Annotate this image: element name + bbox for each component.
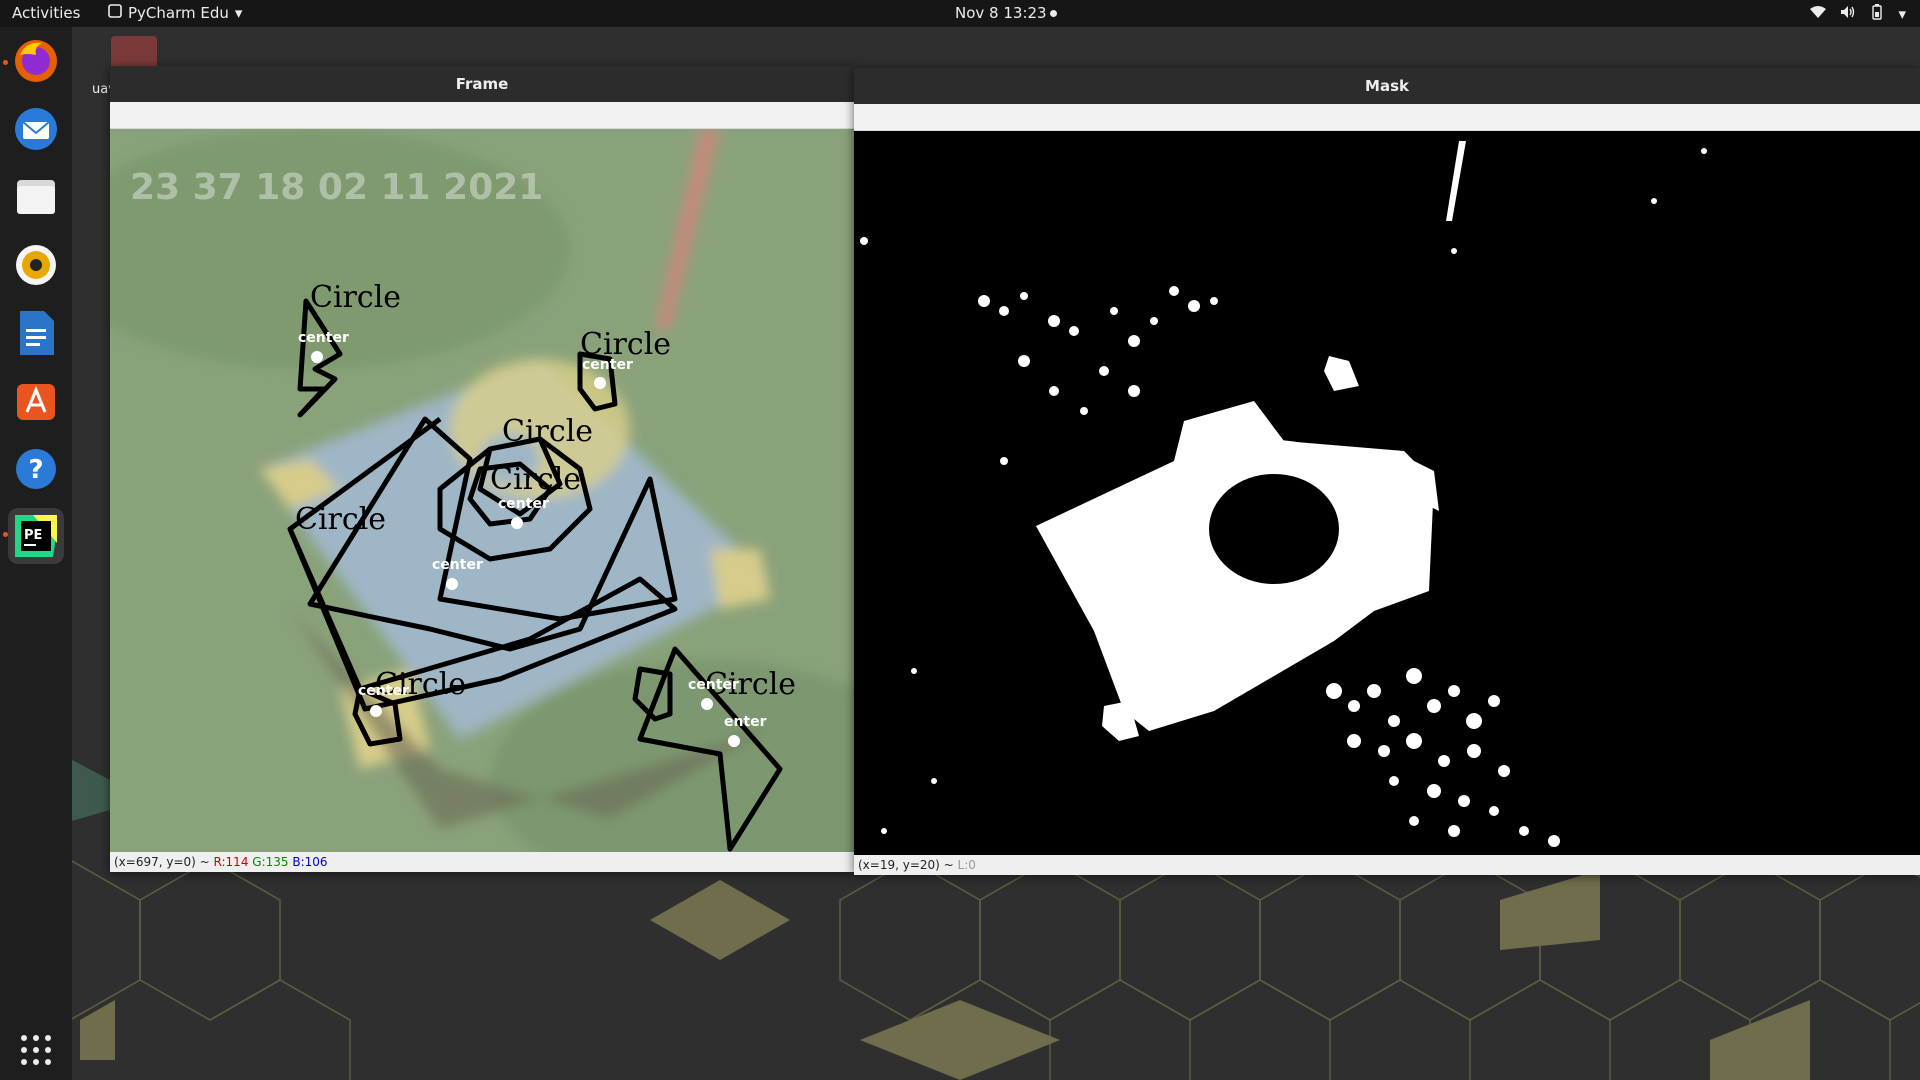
timestamp-overlay: 23 37 18 02 11 2021 (130, 167, 543, 208)
chevron-down-icon: ▾ (234, 4, 243, 22)
wifi-icon (1810, 5, 1827, 23)
center-label: center (582, 357, 633, 373)
frame-window[interactable]: Frame 23 37 18 02 11 2021 Circle Circle … (110, 66, 854, 872)
chevron-down-icon: ▾ (1898, 5, 1906, 23)
mask-title[interactable]: Mask (854, 68, 1920, 104)
mask-window[interactable]: Mask (x=19, y=20) ~ L:0 (854, 68, 1920, 875)
rhythmbox-icon[interactable] (8, 237, 64, 293)
pycharm-edu-icon[interactable]: PE (8, 508, 64, 564)
center-label: center (358, 683, 409, 699)
clock[interactable]: Nov 8 13:23 (955, 4, 1047, 22)
dock: ? PE (0, 27, 72, 1080)
software-center-icon[interactable] (8, 373, 64, 429)
frame-status-coords: (x=697, y=0) ~ (114, 855, 214, 869)
center-dot (311, 351, 323, 363)
frame-image[interactable]: 23 37 18 02 11 2021 Circle Circle Circle… (110, 129, 854, 852)
app-menu-icon (108, 4, 122, 22)
frame-status-g: G:135 (252, 855, 289, 869)
center-label: center (298, 330, 349, 346)
center-dot (701, 698, 713, 710)
svg-text:PE: PE (24, 528, 42, 543)
frame-status-r: R:114 (213, 855, 249, 869)
thunderbird-icon[interactable] (8, 101, 64, 157)
center-label: center (498, 496, 549, 512)
circle-label: Circle (295, 502, 386, 537)
center-dot (728, 735, 740, 747)
frame-toolbar (110, 102, 854, 129)
svg-text:?: ? (28, 455, 43, 485)
center-dot (370, 705, 382, 717)
libreoffice-writer-icon[interactable] (8, 305, 64, 361)
notification-dot (1050, 10, 1057, 17)
mask-image[interactable] (854, 131, 1920, 855)
center-label: center (432, 557, 483, 573)
circle-label: Circle (502, 414, 593, 449)
frame-title[interactable]: Frame (110, 66, 854, 102)
frame-status-b: B:106 (292, 855, 328, 869)
help-icon[interactable]: ? (8, 441, 64, 497)
center-label: center (688, 677, 739, 693)
center-dot (511, 517, 523, 529)
center-dot (446, 578, 458, 590)
circle-label: Circle (310, 280, 401, 315)
system-status-area[interactable]: ▾ (1810, 4, 1906, 24)
show-applications-icon[interactable] (18, 1032, 54, 1072)
activities-button[interactable]: Activities (12, 4, 80, 22)
desktop-folder-icon[interactable] (111, 36, 157, 70)
mask-status-l: L:0 (957, 858, 976, 872)
files-icon[interactable] (8, 169, 64, 225)
firefox-icon[interactable] (8, 33, 64, 89)
mask-toolbar (854, 104, 1920, 131)
center-label: enter (724, 714, 767, 730)
app-menu[interactable]: PyCharm Edu ▾ (108, 4, 242, 22)
frame-statusbar: (x=697, y=0) ~ R:114 G:135 B:106 (110, 852, 854, 872)
circle-label: Circle (490, 462, 581, 497)
top-bar: Activities PyCharm Edu ▾ Nov 8 13:23 ▾ (0, 0, 1920, 27)
battery-icon (1870, 4, 1884, 24)
mask-statusbar: (x=19, y=20) ~ L:0 (854, 855, 1920, 875)
app-menu-label: PyCharm Edu (128, 4, 229, 22)
volume-icon (1840, 5, 1856, 23)
center-dot (594, 377, 606, 389)
mask-status-coords: (x=19, y=20) ~ (858, 858, 958, 872)
